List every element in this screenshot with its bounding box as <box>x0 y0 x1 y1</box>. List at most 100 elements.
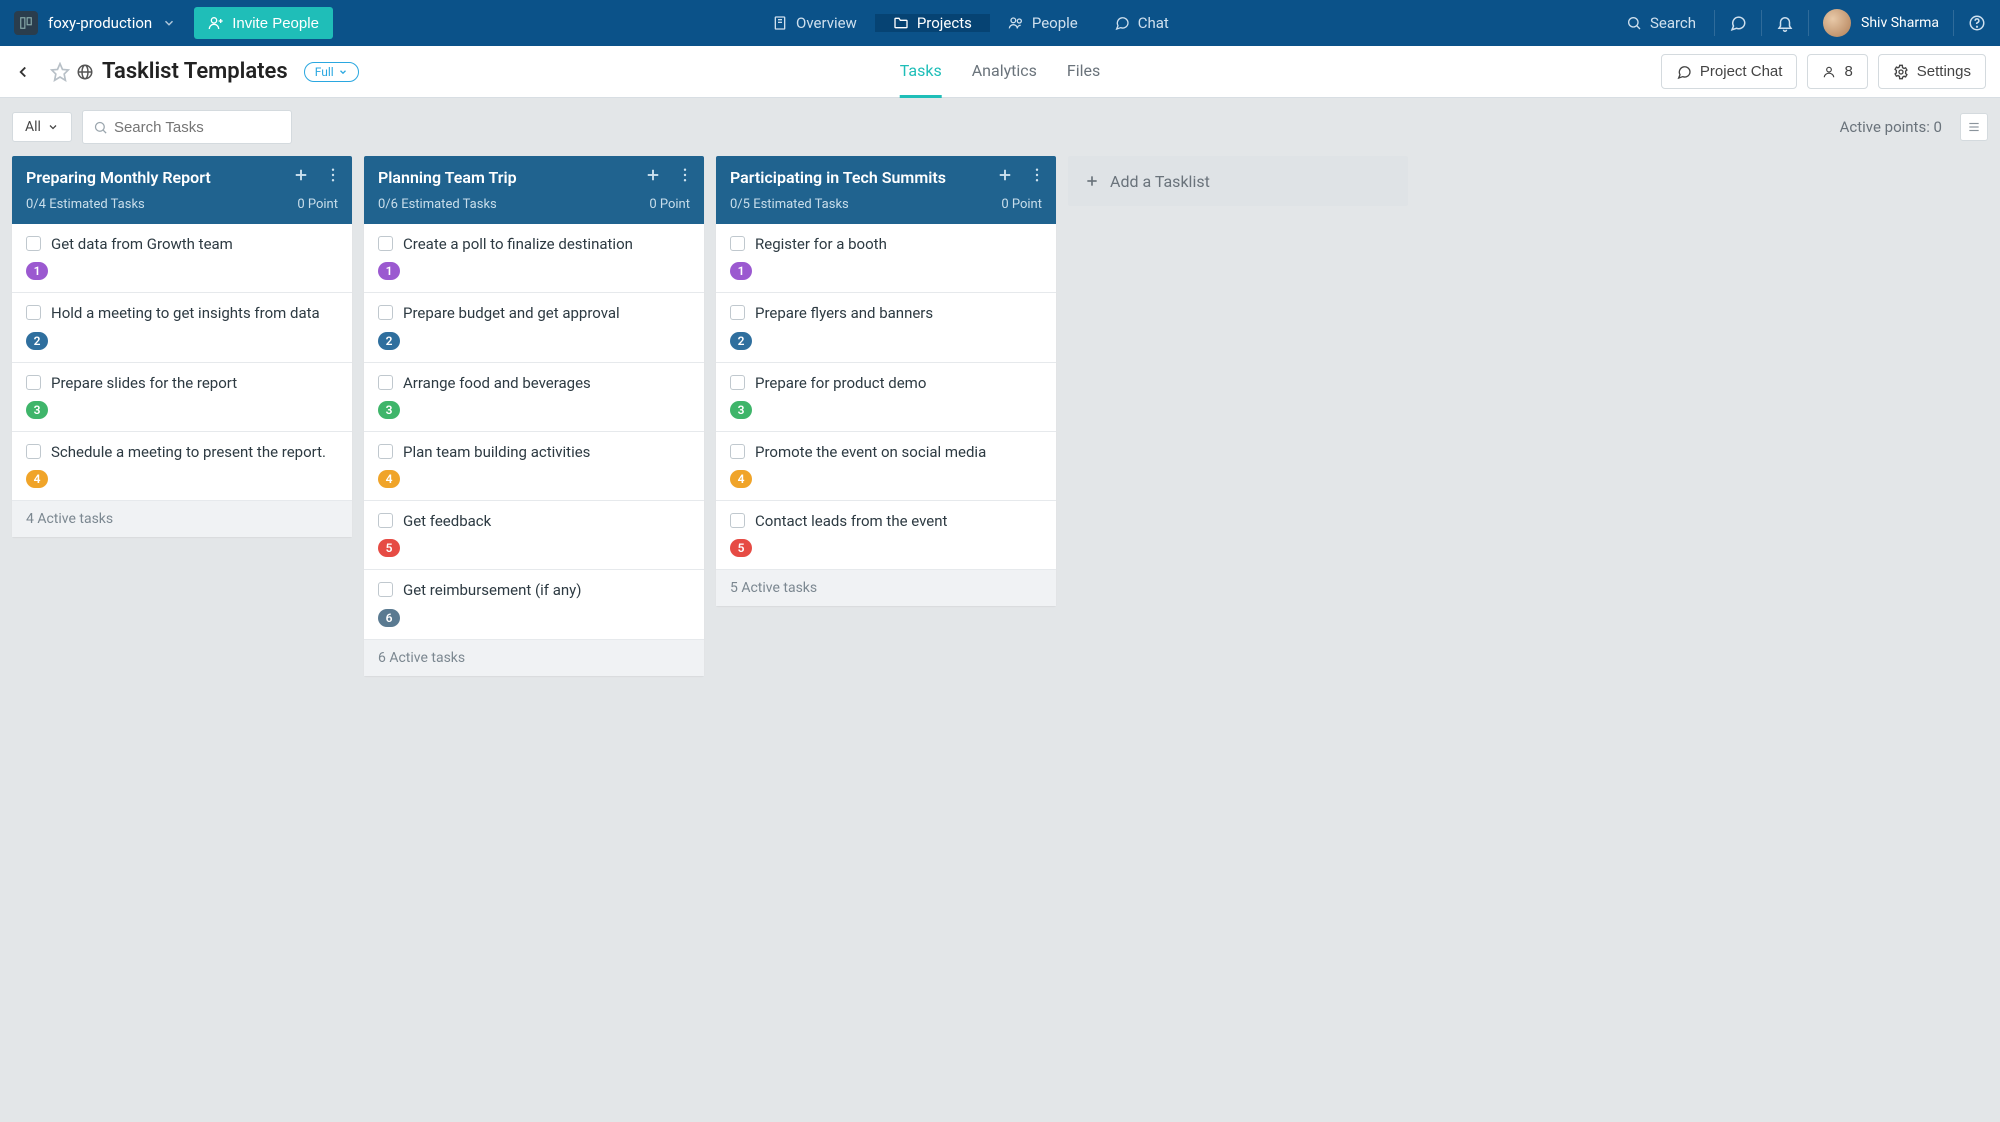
globe-icon <box>76 63 94 81</box>
invite-label: Invite People <box>232 15 319 32</box>
search-icon <box>1626 15 1642 31</box>
user-menu[interactable]: Shiv Sharma <box>1809 0 1953 46</box>
project-tabs: Tasks Analytics Files <box>900 46 1101 98</box>
nav-help[interactable] <box>1954 0 2000 46</box>
priority-badge: 1 <box>730 262 752 280</box>
points-label: 0 Point <box>297 197 338 212</box>
column-header: Participating in Tech Summits0/5 Estimat… <box>716 156 1056 224</box>
task-checkbox[interactable] <box>378 582 393 597</box>
nav-notifications[interactable] <box>1762 0 1808 46</box>
nav-overview[interactable]: Overview <box>754 14 875 32</box>
task-checkbox[interactable] <box>730 236 745 251</box>
project-chat-button[interactable]: Project Chat <box>1661 54 1798 89</box>
nav-search[interactable]: Search <box>1608 0 1714 46</box>
nav-projects[interactable]: Projects <box>875 14 990 32</box>
view-mode-badge[interactable]: Full <box>304 62 359 82</box>
project-people-button[interactable]: 8 <box>1807 54 1867 89</box>
task-card[interactable]: Get data from Growth team1 <box>12 224 352 293</box>
tab-analytics[interactable]: Analytics <box>972 46 1037 98</box>
user-name: Shiv Sharma <box>1861 15 1939 31</box>
task-card[interactable]: Contact leads from the event5 <box>716 501 1056 570</box>
estimate-label: 0/5 Estimated Tasks <box>730 197 849 212</box>
column-header: Preparing Monthly Report0/4 Estimated Ta… <box>12 156 352 224</box>
nav-chat[interactable]: Chat <box>1096 14 1187 32</box>
priority-badge: 1 <box>378 262 400 280</box>
workspace-icon <box>14 11 38 35</box>
add-tasklist-button[interactable]: Add a Tasklist <box>1068 156 1408 206</box>
task-card[interactable]: Get feedback5 <box>364 501 704 570</box>
task-card[interactable]: Plan team building activities4 <box>364 432 704 501</box>
priority-badge: 6 <box>378 609 400 627</box>
task-name: Contact leads from the event <box>755 511 947 531</box>
task-list: Register for a booth1Prepare flyers and … <box>716 224 1056 570</box>
task-checkbox[interactable] <box>26 305 41 320</box>
settings-label: Settings <box>1917 63 1971 80</box>
priority-badge: 2 <box>26 332 48 350</box>
settings-button[interactable]: Settings <box>1878 54 1986 89</box>
task-checkbox[interactable] <box>378 513 393 528</box>
task-checkbox[interactable] <box>378 236 393 251</box>
task-card[interactable]: Arrange food and beverages3 <box>364 363 704 432</box>
task-checkbox[interactable] <box>378 305 393 320</box>
add-task-button[interactable] <box>292 166 310 184</box>
task-card[interactable]: Get reimbursement (if any)6 <box>364 570 704 639</box>
tasklist-column: Preparing Monthly Report0/4 Estimated Ta… <box>12 156 352 537</box>
workspace-dropdown[interactable]: foxy-production <box>0 0 190 46</box>
task-checkbox[interactable] <box>730 444 745 459</box>
workspace-name: foxy-production <box>48 14 152 32</box>
view-mode-label: Full <box>315 65 334 79</box>
task-card[interactable]: Prepare budget and get approval2 <box>364 293 704 362</box>
nav-people[interactable]: People <box>990 14 1096 32</box>
points-label: 0 Point <box>1001 197 1042 212</box>
task-card[interactable]: Register for a booth1 <box>716 224 1056 293</box>
task-card[interactable]: Prepare flyers and banners2 <box>716 293 1056 362</box>
task-checkbox[interactable] <box>730 305 745 320</box>
nav-label: Projects <box>917 14 972 32</box>
add-task-button[interactable] <box>996 166 1014 184</box>
project-chat-label: Project Chat <box>1700 63 1783 80</box>
task-name: Prepare flyers and banners <box>755 303 933 323</box>
task-card[interactable]: Create a poll to finalize destination1 <box>364 224 704 293</box>
task-card[interactable]: Hold a meeting to get insights from data… <box>12 293 352 362</box>
filter-dropdown[interactable]: All <box>12 112 72 142</box>
chevron-down-icon <box>47 121 59 133</box>
people-icon <box>1008 15 1024 31</box>
points-label: 0 Point <box>649 197 690 212</box>
task-card[interactable]: Promote the event on social media4 <box>716 432 1056 501</box>
task-checkbox[interactable] <box>26 375 41 390</box>
task-checkbox[interactable] <box>378 444 393 459</box>
nav-conversations[interactable] <box>1715 0 1761 46</box>
task-card[interactable]: Schedule a meeting to present the report… <box>12 432 352 501</box>
chat-bubble-icon <box>1729 14 1747 32</box>
priority-badge: 4 <box>26 470 48 488</box>
column-footer: 4 Active tasks <box>12 501 352 537</box>
column-menu-button[interactable] <box>1028 166 1046 184</box>
priority-badge: 3 <box>26 401 48 419</box>
column-menu-button[interactable] <box>324 166 342 184</box>
gear-icon <box>1893 64 1909 80</box>
task-card[interactable]: Prepare for product demo3 <box>716 363 1056 432</box>
search-tasks-wrap <box>82 110 292 144</box>
task-name: Prepare slides for the report <box>51 373 237 393</box>
task-checkbox[interactable] <box>26 236 41 251</box>
tab-tasks[interactable]: Tasks <box>900 46 942 98</box>
add-task-button[interactable] <box>644 166 662 184</box>
task-checkbox[interactable] <box>730 513 745 528</box>
bell-icon <box>1776 14 1794 32</box>
task-checkbox[interactable] <box>378 375 393 390</box>
column-menu-button[interactable] <box>676 166 694 184</box>
task-name: Create a poll to finalize destination <box>403 234 633 254</box>
board-options-button[interactable] <box>1960 113 1988 141</box>
invite-people-button[interactable]: Invite People <box>194 7 333 39</box>
task-checkbox[interactable] <box>26 444 41 459</box>
back-button[interactable] <box>14 63 40 81</box>
tab-files[interactable]: Files <box>1067 46 1100 98</box>
star-button[interactable] <box>50 62 70 82</box>
task-card[interactable]: Prepare slides for the report3 <box>12 363 352 432</box>
search-icon <box>93 120 108 135</box>
avatar <box>1823 9 1851 37</box>
task-checkbox[interactable] <box>730 375 745 390</box>
person-plus-icon <box>208 15 224 31</box>
search-tasks-input[interactable] <box>114 119 313 136</box>
task-name: Plan team building activities <box>403 442 590 462</box>
